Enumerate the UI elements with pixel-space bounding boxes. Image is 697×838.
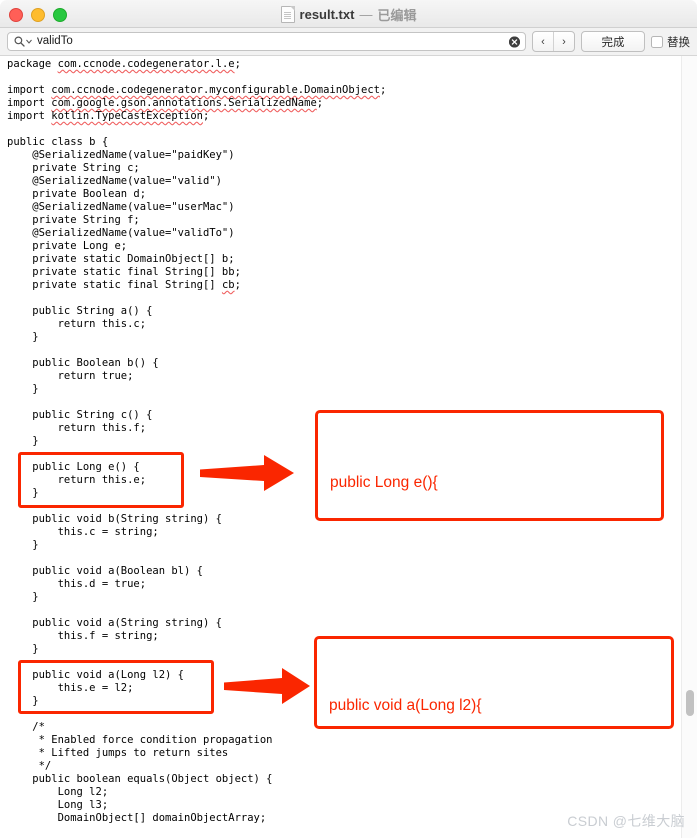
vertical-scrollbar[interactable] xyxy=(681,56,697,838)
find-next-button[interactable]: › xyxy=(553,32,574,51)
done-button[interactable]: 完成 xyxy=(581,31,645,52)
window-title-separator: — xyxy=(359,6,373,22)
find-navigation-segmented-control: ‹ › xyxy=(532,31,575,52)
replace-checkbox[interactable] xyxy=(651,35,663,48)
search-icon[interactable] xyxy=(14,36,32,47)
chevron-down-icon xyxy=(26,39,32,44)
window-title-filename: result.txt xyxy=(299,6,355,22)
watermark-label: CSDN @七维大脑 xyxy=(567,813,685,829)
search-input[interactable]: validTo xyxy=(7,32,526,51)
document-icon xyxy=(280,5,295,23)
document-text-area[interactable]: package com.ccnode.codegenerator.l.e; im… xyxy=(0,56,681,838)
find-previous-button[interactable]: ‹ xyxy=(533,32,553,51)
window-titlebar: result.txt — 已编辑 xyxy=(0,0,697,28)
source-code-content[interactable]: package com.ccnode.codegenerator.l.e; im… xyxy=(7,58,386,825)
find-bar: validTo ‹ › 完成 替换 xyxy=(0,28,697,56)
clear-search-icon[interactable] xyxy=(509,36,520,47)
vertical-scrollbar-thumb[interactable] xyxy=(686,690,694,716)
window-title: result.txt — 已编辑 xyxy=(0,0,697,28)
replace-toggle[interactable]: 替换 xyxy=(651,34,690,50)
text-editor-window: result.txt — 已编辑 validTo ‹ › 完成 替换 packa… xyxy=(0,0,697,838)
replace-label: 替换 xyxy=(667,36,690,49)
search-input-value[interactable]: validTo xyxy=(37,35,73,48)
window-title-edited-status: 已编辑 xyxy=(377,7,417,23)
